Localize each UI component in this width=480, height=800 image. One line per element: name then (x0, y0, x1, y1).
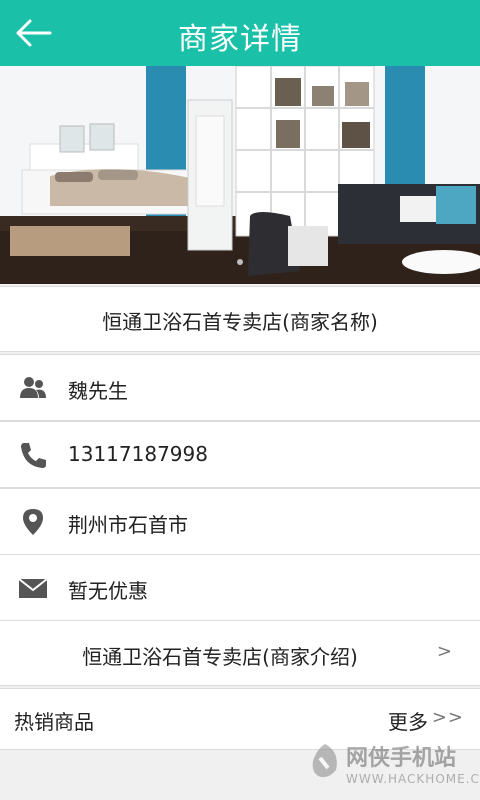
phone-row[interactable]: 13117187998 (0, 421, 480, 488)
double-chevron-right-icon[interactable]: >> (432, 707, 464, 728)
address-text[interactable]: 荆州市石首市 (68, 509, 188, 538)
page-title: 商家详情 (178, 22, 302, 57)
app-header: 商家详情 (0, 0, 480, 66)
people-icon (20, 377, 46, 398)
promotion-row: 暂无优惠 (0, 554, 480, 621)
watermark-brand: 网侠手机站 (346, 746, 457, 771)
hot-products-label: 热销商品 (14, 710, 94, 734)
brand-logo-icon (312, 744, 337, 778)
merchant-name: 恒通卫浴石首专卖店(商家名称) (102, 310, 378, 334)
merchant-intro: 恒通卫浴石首专卖店(商家介绍) (82, 645, 358, 669)
merchant-intro-row[interactable]: 恒通卫浴石首专卖店(商家介绍) > (0, 620, 480, 686)
merchant-banner-image[interactable] (0, 66, 480, 284)
more-link[interactable]: 更多 (388, 706, 428, 735)
contact-row: 魏先生 (0, 354, 480, 421)
mail-icon (18, 578, 48, 598)
phone-icon (21, 443, 46, 468)
merchant-name-row: 恒通卫浴石首专卖店(商家名称) (0, 286, 480, 352)
address-row[interactable]: 荆州市石首市 (0, 488, 480, 555)
phone-number[interactable]: 13117187998 (68, 442, 208, 466)
location-pin-icon (23, 509, 43, 535)
chevron-right-icon: > (436, 641, 452, 662)
watermark-url: WWW.HACKHOME.COM (346, 772, 480, 786)
promotion-text: 暂无优惠 (68, 579, 148, 603)
watermark-logo: 网侠手机站 WWW.HACKHOME.COM (308, 736, 480, 798)
contact-name: 魏先生 (68, 379, 128, 403)
